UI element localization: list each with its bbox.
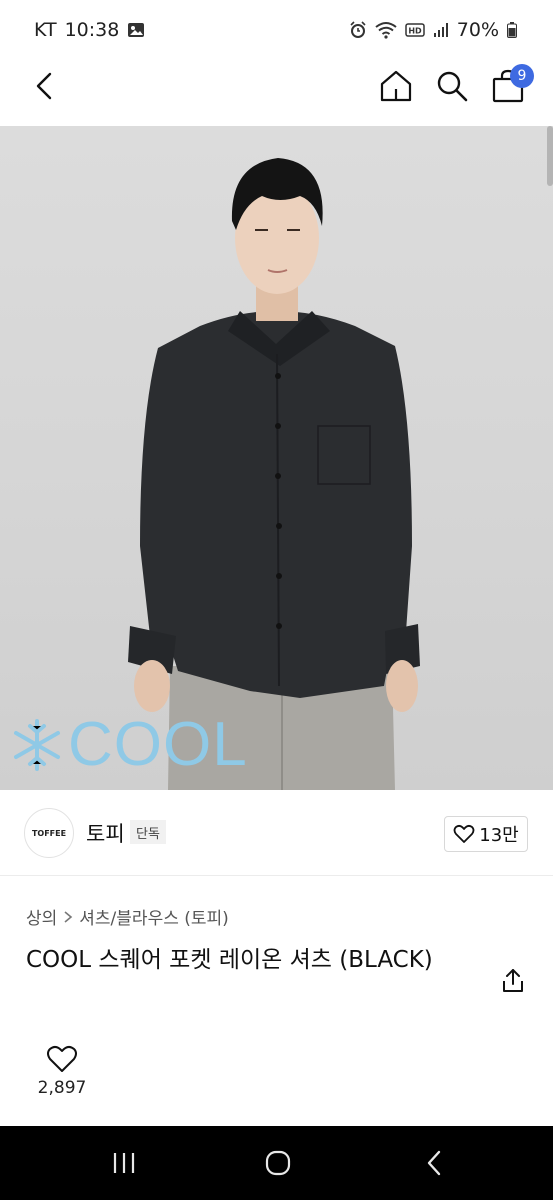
share-icon: [503, 969, 523, 992]
carrier: KT: [34, 19, 57, 41]
battery-percent: 70%: [456, 19, 499, 41]
hd-icon: HD: [405, 22, 425, 38]
wifi-icon: [375, 21, 397, 39]
brand-name[interactable]: 토피: [86, 818, 125, 848]
snowflake-icon: [14, 718, 60, 771]
chevron-right-icon: [64, 910, 73, 923]
brand-row: TOFFEE 토피 단독 13만: [0, 790, 553, 876]
recent-apps-icon: [113, 1153, 135, 1173]
brand-like-button[interactable]: 13만: [444, 816, 528, 852]
back-nav-icon: [427, 1150, 441, 1176]
alarm-icon: [349, 21, 367, 39]
cart-count-badge: 9: [510, 64, 534, 88]
brand-like-count: 13만: [479, 825, 519, 846]
model-illustration: [128, 158, 420, 790]
breadcrumb: 상의 셔츠/블라우스 (토피): [26, 904, 229, 929]
wishlist-block: 2,897: [26, 1044, 98, 1098]
status-right: HD 70%: [349, 19, 517, 41]
wishlist-count: 2,897: [37, 1078, 87, 1098]
svg-text:HD: HD: [408, 27, 422, 36]
back-button[interactable]: [26, 68, 62, 104]
android-navigation-bar: [0, 1126, 553, 1200]
product-image[interactable]: COOL: [0, 126, 553, 790]
gallery-icon: [127, 22, 145, 38]
product-title: COOL 스퀘어 포켓 레이온 셔츠 (BLACK): [26, 947, 433, 973]
home-button[interactable]: [376, 66, 416, 106]
wishlist-heart-icon[interactable]: [46, 1044, 78, 1074]
search-icon: [437, 71, 468, 102]
home-icon: [380, 70, 412, 102]
scrollbar[interactable]: [547, 126, 553, 186]
signal-icon: [433, 22, 449, 38]
back-icon: [36, 72, 52, 100]
clock: 10:38: [64, 19, 120, 41]
back-nav-button[interactable]: [414, 1148, 454, 1178]
share-button[interactable]: [498, 966, 528, 996]
heart-icon: [453, 824, 475, 843]
top-navigation: 9: [0, 60, 553, 126]
status-bar: KT 10:38 HD 70%: [0, 0, 553, 60]
recent-apps-button[interactable]: [104, 1148, 144, 1178]
battery-icon: [507, 22, 517, 38]
exclusive-badge: 단독: [130, 820, 166, 844]
breadcrumb-category[interactable]: 상의: [26, 904, 57, 929]
cool-overlay-text: COOL: [68, 710, 248, 779]
search-button[interactable]: [432, 66, 472, 106]
home-circle-icon: [265, 1150, 291, 1176]
brand-logo[interactable]: TOFFEE: [24, 808, 74, 858]
cart-button[interactable]: 9: [488, 64, 534, 106]
home-nav-button[interactable]: [258, 1148, 298, 1178]
breadcrumb-subcategory[interactable]: 셔츠/블라우스 (토피): [79, 904, 229, 929]
cool-overlay: COOL: [10, 709, 248, 780]
status-left: KT 10:38: [34, 19, 145, 41]
